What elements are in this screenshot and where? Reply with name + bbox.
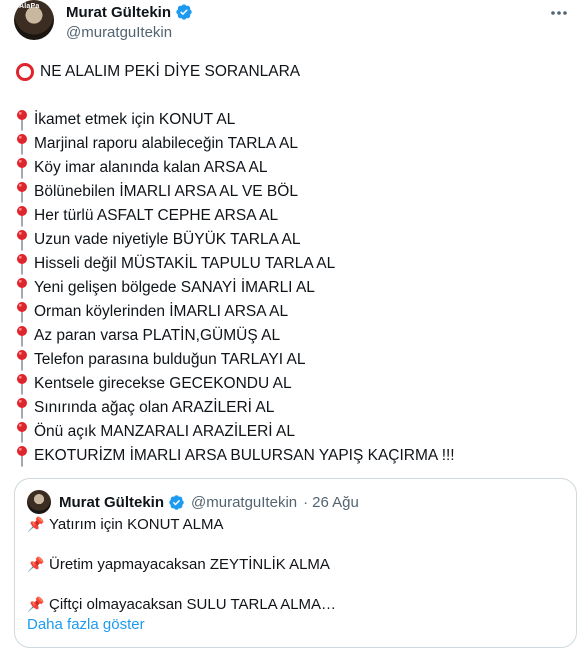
list-item-text: Marjinal raporu alabileceğin TARLA AL [34, 135, 298, 152]
list-item-text: Kentsele girecekse GECEKONDU AL [34, 375, 292, 392]
quoted-author-handle: @muratguItekin [191, 493, 298, 511]
round-pushpin-icon [17, 110, 27, 131]
list-item: Bölünebilen İMARLI ARSA AL VE BÖL [16, 180, 576, 204]
pushpin-icon: 📌 [27, 597, 45, 613]
list-item-text: İkamet etmek için KONUT AL [34, 111, 236, 128]
quoted-text: 📌 Yatırım için KONUT ALMA 📌 Üretim yapma… [27, 515, 336, 615]
round-pushpin-icon [17, 206, 27, 227]
list-item-text: Uzun vade niyetiyle BÜYÜK TARLA AL [34, 231, 301, 248]
quoted-tweet[interactable]: Murat Gültekin @muratguItekin · 26 Ağu 📌… [14, 478, 577, 648]
list-item: Hisseli değil MÜSTAKİL TAPULU TARLA AL [16, 252, 576, 276]
quoted-line: 📌 Çiftçi olmayacaksan SULU TARLA ALMA… [27, 595, 336, 615]
quoted-date: 26 Ağu [312, 493, 359, 511]
list-item-text: Orman köylerinden İMARLI ARSA AL [34, 303, 289, 320]
list-item: İkamet etmek için KONUT AL [16, 108, 576, 132]
list-item-text: Yeni gelişen bölgede SANAYİ İMARLI AL [34, 279, 315, 296]
quoted-header: Murat Gültekin @muratguItekin · 26 Ağu [27, 490, 359, 514]
list-item-text: Telefon parasına bulduğun TARLAYI AL [34, 351, 306, 368]
quoted-line-text: Üretim yapmayacaksan ZEYTİNLİK ALMA [49, 556, 330, 573]
round-pushpin-icon [17, 278, 27, 299]
list-item: Kentsele girecekse GECEKONDU AL [16, 372, 576, 396]
tweet-header: AlaPa Murat Gültekin @muratguItekin [14, 0, 574, 44]
list-item: Sınırında ağaç olan ARAZİLERİ AL [16, 396, 576, 420]
list-item: Uzun vade niyetiyle BÜYÜK TARLA AL [16, 228, 576, 252]
quoted-avatar [27, 490, 51, 514]
round-pushpin-icon [17, 422, 27, 443]
list-item-text: Az paran varsa PLATİN,GÜMÜŞ AL [34, 327, 281, 344]
list-item-text: Hisseli değil MÜSTAKİL TAPULU TARLA AL [34, 255, 336, 272]
list-item: Telefon parasına bulduğun TARLAYI AL [16, 348, 576, 372]
author-name[interactable]: Murat Gültekin [66, 4, 171, 21]
round-pushpin-icon [17, 398, 27, 419]
list-item-text: Köy imar alanında kalan ARSA AL [34, 159, 268, 176]
list-item: Az paran varsa PLATİN,GÜMÜŞ AL [16, 324, 576, 348]
quoted-line-text: Çiftçi olmayacaksan SULU TARLA ALMA… [49, 596, 337, 613]
avatar-label: AlaPa [19, 3, 40, 10]
more-options-icon[interactable] [548, 4, 570, 22]
round-pushpin-icon [17, 446, 27, 467]
quoted-separator: · [303, 493, 309, 511]
pushpin-icon: 📌 [27, 557, 45, 573]
list-item-text: Önü açık MANZARALI ARAZİLERİ AL [34, 423, 296, 440]
list-item: Yeni gelişen bölgede SANAYİ İMARLI AL [16, 276, 576, 300]
round-pushpin-icon [17, 182, 27, 203]
round-pushpin-icon [17, 350, 27, 371]
avatar[interactable]: AlaPa [14, 0, 54, 40]
quoted-verified-badge-icon [169, 494, 184, 510]
verified-badge-icon[interactable] [175, 3, 193, 21]
round-pushpin-icon [17, 326, 27, 347]
quoted-author-name: Murat Gültekin [59, 493, 165, 511]
list-item-text: Her türlü ASFALT CEPHE ARSA AL [34, 207, 279, 224]
round-pushpin-icon [17, 302, 27, 323]
round-pushpin-icon [17, 134, 27, 155]
tweet-list: İkamet etmek için KONUT AL Marjinal rapor… [16, 108, 576, 468]
list-item: Marjinal raporu alabileceğin TARLA AL [16, 132, 576, 156]
list-item-text: Bölünebilen İMARLI ARSA AL VE BÖL [34, 183, 298, 200]
quoted-line: 📌 Yatırım için KONUT ALMA [27, 515, 336, 535]
list-item: Köy imar alanında kalan ARSA AL [16, 156, 576, 180]
quoted-line-text: Yatırım için KONUT ALMA [49, 516, 224, 533]
show-more-link[interactable]: Daha fazla göster [27, 616, 145, 633]
tweet-headline: NE ALALIM PEKİ DİYE SORANLARA [16, 60, 576, 84]
pushpin-icon: 📌 [27, 517, 45, 533]
heavy-circle-icon [16, 63, 34, 81]
round-pushpin-icon [17, 158, 27, 179]
tweet-text: NE ALALIM PEKİ DİYE SORANLARA İkamet etm… [16, 60, 576, 468]
author-handle[interactable]: @muratguItekin [66, 24, 193, 41]
list-item: Her türlü ASFALT CEPHE ARSA AL [16, 204, 576, 228]
round-pushpin-icon [17, 374, 27, 395]
headline-text: NE ALALIM PEKİ DİYE SORANLARA [40, 63, 301, 80]
round-pushpin-icon [17, 230, 27, 251]
list-item: Önü açık MANZARALI ARAZİLERİ AL [16, 420, 576, 444]
author-block: Murat Gültekin @muratguItekin [66, 3, 193, 41]
list-item-text: Sınırında ağaç olan ARAZİLERİ AL [34, 399, 275, 416]
round-pushpin-icon [17, 254, 27, 275]
list-item-text: EKOTURİZM İMARLI ARSA BULURSAN YAPIŞ KAÇ… [34, 447, 455, 464]
quoted-line: 📌 Üretim yapmayacaksan ZEYTİNLİK ALMA [27, 555, 336, 575]
list-item: Orman köylerinden İMARLI ARSA AL [16, 300, 576, 324]
list-item: EKOTURİZM İMARLI ARSA BULURSAN YAPIŞ KAÇ… [16, 444, 576, 468]
